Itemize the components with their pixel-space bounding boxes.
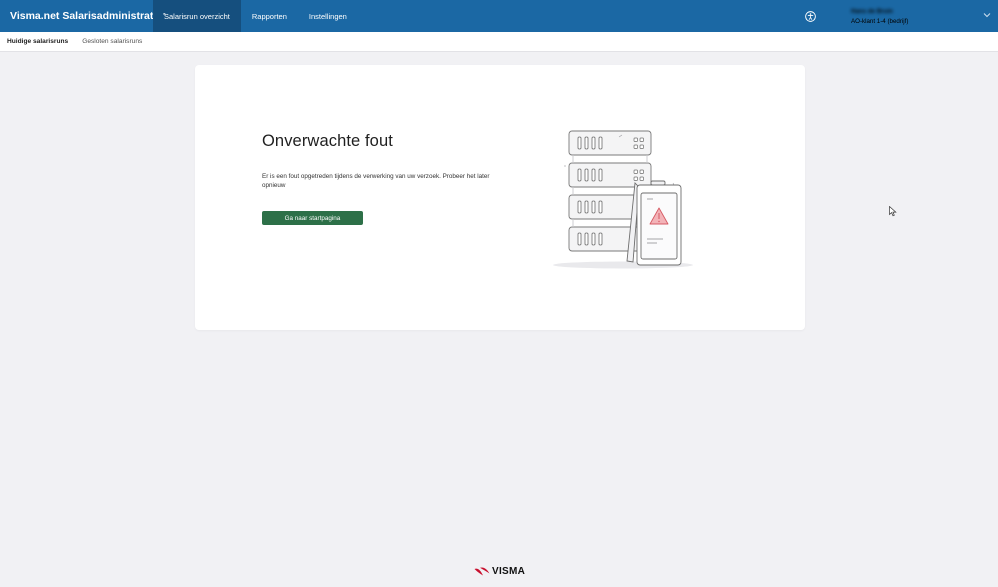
- sub-navigation: Huidige salarisruns Gesloten salarisruns: [0, 32, 998, 52]
- user-name: Hans de Bruin: [851, 8, 893, 15]
- app-brand-sup: *: [163, 13, 166, 19]
- nav-label: Instellingen: [308, 11, 347, 21]
- nav-label: Rapporten: [251, 11, 287, 21]
- error-message: Er is een fout opgetreden tijdens de ver…: [262, 173, 490, 189]
- server-warning-illustration: [553, 130, 693, 269]
- app-brand[interactable]: Visma.net Salarisadministratie *: [0, 0, 165, 32]
- subnav-huidige-salarisruns[interactable]: Huidige salarisruns: [7, 38, 68, 45]
- top-navigation-bar: Visma.net Salarisadministratie * Salarisr…: [0, 0, 998, 32]
- subnav-gesloten-salarisruns[interactable]: Gesloten salarisruns: [82, 38, 142, 45]
- user-company: AO-klant 1-4 (bedrijf): [851, 18, 909, 25]
- main-nav: Salarisrun overzicht Rapporten Instellin…: [153, 0, 358, 32]
- nav-label: Salarisrun overzicht: [164, 11, 230, 21]
- visma-logo: VISMA: [474, 566, 525, 577]
- nav-item-instellingen[interactable]: Instellingen: [298, 0, 358, 32]
- error-title: Onverwachte fout: [262, 132, 393, 150]
- app-brand-text: Visma.net Salarisadministratie: [10, 10, 163, 22]
- nav-item-salarisrun-overzicht[interactable]: Salarisrun overzicht: [153, 0, 241, 32]
- accessibility-icon[interactable]: [805, 11, 816, 22]
- error-card: Onverwachte fout Er is een fout opgetred…: [195, 65, 805, 330]
- chevron-down-icon[interactable]: [983, 12, 991, 18]
- visma-logo-text: VISMA: [492, 566, 526, 577]
- user-menu[interactable]: Hans de Bruin AO-klant 1-4 (bedrijf): [851, 7, 908, 27]
- visma-logo-icon: [474, 567, 490, 576]
- go-to-homepage-button[interactable]: Ga naar startpagina: [262, 211, 363, 225]
- mouse-cursor-icon: [889, 206, 897, 217]
- nav-item-rapporten[interactable]: Rapporten: [241, 0, 298, 32]
